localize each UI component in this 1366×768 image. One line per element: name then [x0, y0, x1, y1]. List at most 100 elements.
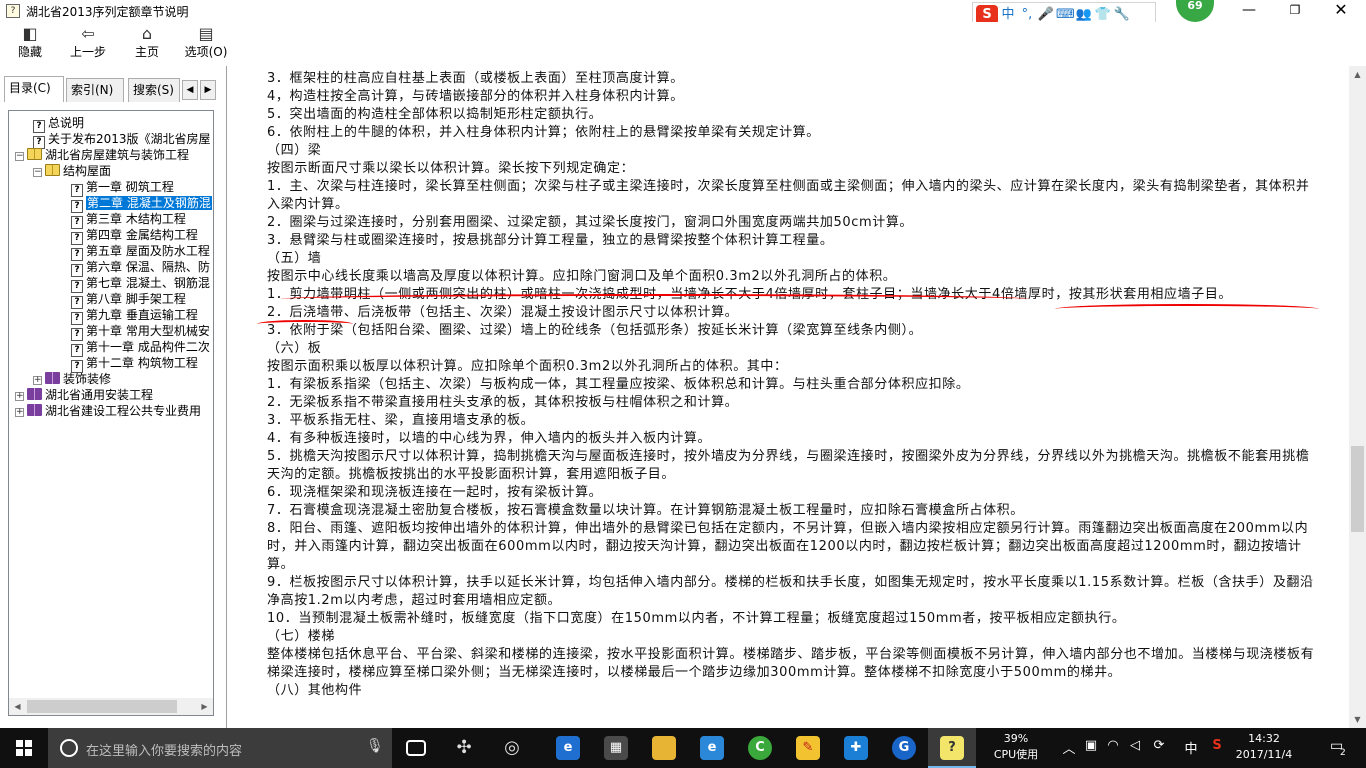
tree-item-ch8[interactable]: ? 第八章 脚手架工程 — [71, 291, 186, 309]
taskbar-app-browser[interactable]: ◎ — [488, 728, 536, 768]
section-heading: （四）梁 — [267, 143, 322, 158]
cpu-meter[interactable]: 39% CPU使用 — [986, 731, 1046, 763]
help-viewer-window: ? 湖北省2013序列定额章节说明 — ❐ ✕ S 中 °, 🎤 ⌨ 👥 👕 🔧… — [0, 0, 1366, 728]
paragraph: 3．依附于梁（包括阳台梁、圈梁、过梁）墙上的砼线条（包括弧形条）按延长米计算（梁… — [267, 323, 923, 338]
taskbar-app-ie[interactable]: e — [688, 728, 736, 768]
taskbar-search-box[interactable]: 在这里输入你要搜索的内容 🎙 — [48, 728, 392, 768]
section-heading: （五）墙 — [267, 251, 322, 266]
tree-item-label: 湖北省建设工程公共专业费用 — [45, 404, 202, 418]
notification-count: 2 — [1340, 748, 1346, 758]
help-viewer-icon: ? — [940, 736, 964, 760]
hide-label: 隐藏 — [17, 45, 42, 59]
tray-overflow-icon[interactable]: ︿ — [1058, 738, 1080, 757]
paragraph: 按图示面积乘以板厚以体积计算。应扣除单个面积0.3m2以外孔洞所占的体积。其中： — [267, 359, 788, 374]
tree-item-label-selected: 第二章 混凝土及钢筋混 — [86, 196, 212, 210]
clock-time: 14:32 — [1248, 732, 1280, 745]
tree-item-general[interactable]: ? 总说明 — [33, 115, 84, 133]
paragraph: 3．平板系指无柱、梁，直接用墙支承的板。 — [267, 413, 535, 428]
tree-item-installation[interactable]: + 湖北省通用安装工程 — [15, 387, 153, 403]
tab-search[interactable]: 搜索(S) — [128, 78, 180, 102]
book-icon — [45, 372, 60, 384]
paragraph: 9．栏板按图示尺寸以体积计算，扶手以延长米计算，均包括伸入墙内部分。楼梯的栏板和… — [267, 575, 1314, 608]
tree-item-decoration[interactable]: + 装饰装修 — [33, 371, 111, 387]
tree-item-ch9[interactable]: ? 第九章 垂直运输工程 — [71, 307, 198, 325]
collapse-icon[interactable]: − — [15, 152, 24, 161]
tree-item-label: 装饰装修 — [63, 372, 112, 386]
volume-icon[interactable]: ◁ — [1124, 738, 1146, 753]
taskbar-app-explorer[interactable] — [640, 728, 688, 768]
expand-icon[interactable]: + — [15, 408, 24, 417]
tree-item-label: 第三章 木结构工程 — [86, 212, 186, 226]
tab-scroll-right-button[interactable]: ▶ — [200, 80, 216, 100]
paragraph: 5．挑檐天沟按图示尺寸以体积计算，捣制挑檐天沟与屋面板连接时，按外墙皮为分界线，… — [267, 449, 1310, 482]
tree-item-public-fees[interactable]: + 湖北省建设工程公共专业费用 — [15, 403, 201, 419]
taskbar-app-notes[interactable]: ✎ — [784, 728, 832, 768]
taskbar-app-g[interactable]: G — [880, 728, 928, 768]
expand-icon[interactable]: + — [33, 376, 42, 385]
tree-item-label: 第八章 脚手架工程 — [86, 292, 186, 306]
scrollbar-thumb[interactable] — [27, 700, 177, 713]
tree-item-building[interactable]: − 湖北省房屋建筑与装饰工程 — [15, 147, 189, 163]
task-view-button[interactable] — [392, 728, 440, 768]
tree-item-notice[interactable]: ? 关于发布2013版《湖北省房屋 — [33, 131, 211, 149]
scroll-right-icon[interactable]: ▶ — [196, 698, 213, 715]
content-vertical-scrollbar[interactable]: ▲ ▼ — [1349, 66, 1366, 728]
tree-item-ch11[interactable]: ? 第十一章 成品构件二次 — [71, 339, 210, 357]
tree-item-ch12[interactable]: ? 第十二章 构筑物工程 — [71, 355, 198, 373]
start-button[interactable] — [0, 728, 48, 768]
taskbar-app-edge[interactable]: e — [544, 728, 592, 768]
tree-item-ch2[interactable]: ? 第二章 混凝土及钢筋混 — [71, 195, 212, 213]
taskbar-app-tool[interactable]: ✚ — [832, 728, 880, 768]
tree-item-ch10[interactable]: ? 第十章 常用大型机械安 — [71, 323, 210, 341]
sogou-tray-icon[interactable]: S — [1206, 738, 1228, 753]
options-button[interactable]: ▤ 选项(O) — [180, 24, 232, 64]
network-icon[interactable]: ◠ — [1102, 738, 1124, 753]
section-heading: （八）其他构件 — [267, 683, 363, 698]
paragraph: 6．依附柱上的牛腿的体积，并入柱身体积内计算；依附柱上的悬臂梁按单梁有关规定计算… — [267, 125, 820, 140]
red-underline-annotation — [281, 294, 1029, 304]
expand-icon[interactable]: + — [15, 392, 24, 401]
close-button[interactable]: ✕ — [1318, 0, 1364, 22]
tab-contents[interactable]: 目录(C) — [4, 76, 64, 102]
minimize-button[interactable]: — — [1226, 0, 1272, 22]
tree-horizontal-scrollbar[interactable]: ◀ ▶ — [9, 698, 213, 715]
tab-index[interactable]: 索引(N) — [66, 78, 124, 102]
taskbar-app-store[interactable]: ▦ — [592, 728, 640, 768]
tree-item-label: 湖北省通用安装工程 — [45, 388, 154, 402]
input-language-indicator[interactable]: 中 — [1180, 738, 1202, 757]
home-button[interactable]: ⌂ 主页 — [128, 24, 166, 64]
scroll-up-icon[interactable]: ▲ — [1349, 66, 1366, 83]
tree-item-ch5[interactable]: ? 第五章 屋面及防水工程 — [71, 243, 210, 261]
tree-item-ch6[interactable]: ? 第六章 保温、隔热、防 — [71, 259, 210, 277]
taskbar-app-fan[interactable]: ✣ — [440, 728, 488, 768]
scrollbar-thumb[interactable] — [1351, 446, 1364, 532]
back-button[interactable]: ⇦ 上一步 — [66, 24, 110, 64]
taskbar-app-green[interactable]: C — [736, 728, 784, 768]
scroll-left-icon[interactable]: ◀ — [9, 698, 26, 715]
document-body: 3．框架柱的柱高应自柱基上表面（或楼板上表面）至柱顶高度计算。 4，构造柱按全高… — [267, 70, 1315, 700]
tab-scroll-left-button[interactable]: ◀ — [182, 80, 198, 100]
folder-icon — [652, 736, 676, 760]
section-heading: （七）楼梯 — [267, 629, 336, 644]
microphone-icon[interactable]: 🎙 — [366, 738, 384, 754]
taskbar-app-help-viewer[interactable]: ? — [928, 728, 976, 768]
tree-item-ch7[interactable]: ? 第七章 混凝土、钢筋混 — [71, 275, 210, 293]
home-label: 主页 — [134, 45, 159, 59]
sync-icon[interactable]: ⟳ — [1148, 738, 1170, 753]
clock-date: 2017/11/4 — [1235, 748, 1293, 761]
ie-icon: e — [700, 736, 724, 760]
hide-button[interactable]: ◧ 隐藏 — [10, 24, 50, 64]
collapse-icon[interactable]: − — [33, 168, 42, 177]
tree-item-ch4[interactable]: ? 第四章 金属结构工程 — [71, 227, 198, 245]
paragraph: 整体楼梯包括休息平台、平台梁、斜梁和楼梯的连接梁，按水平投影面积计算。楼梯踏步、… — [267, 647, 1315, 680]
tree-item-ch1[interactable]: ? 第一章 砌筑工程 — [71, 179, 174, 197]
maximize-button[interactable]: ❐ — [1272, 0, 1318, 22]
tray-app-icon[interactable]: ▣ — [1080, 738, 1102, 753]
system-clock[interactable]: 14:32 2017/11/4 — [1230, 731, 1298, 763]
tree-item-structure[interactable]: − 结构屋面 — [33, 163, 111, 179]
tree-item-ch3[interactable]: ? 第三章 木结构工程 — [71, 211, 186, 229]
paragraph: 7．石膏模盒现浇混凝土密肋复合楼板，按石膏模盒数量以块计算。在计算钢筋混凝土板工… — [267, 503, 1024, 518]
back-label: 上一步 — [69, 45, 106, 59]
book-icon — [27, 388, 42, 400]
scroll-down-icon[interactable]: ▼ — [1349, 711, 1366, 728]
